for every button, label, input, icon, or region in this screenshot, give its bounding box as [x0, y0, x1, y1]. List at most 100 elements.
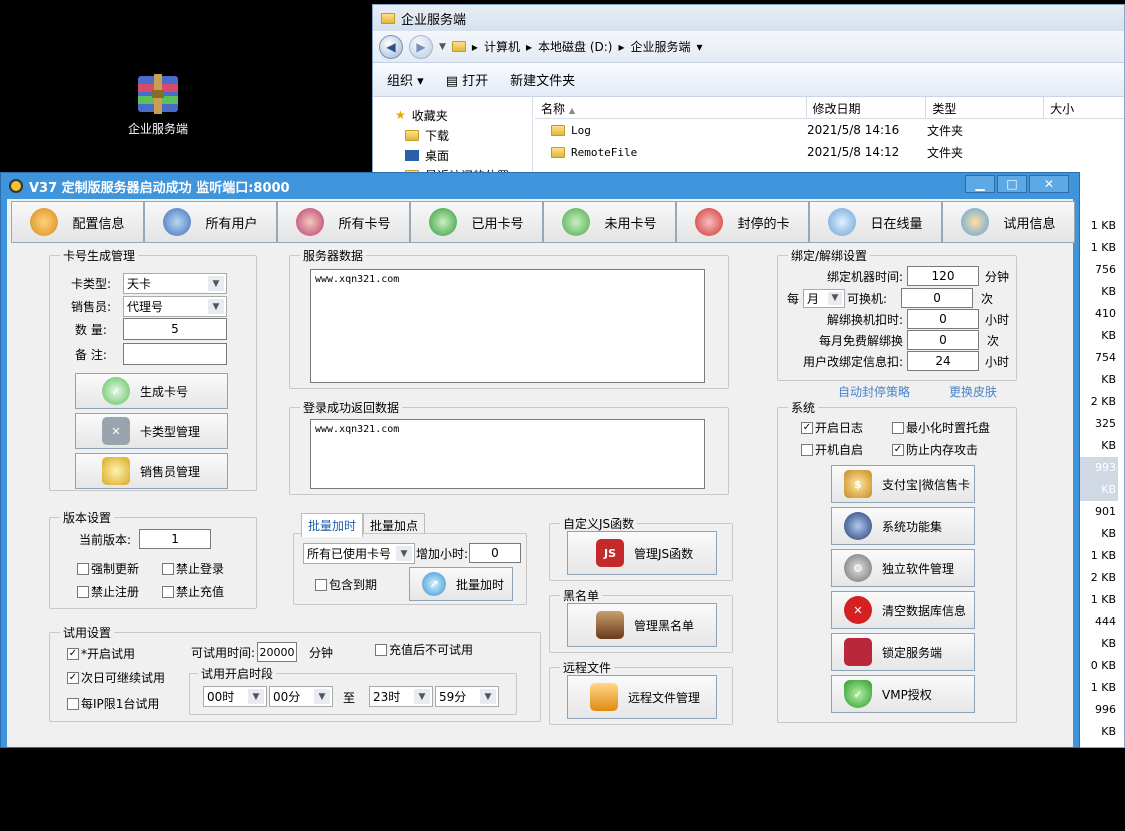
trial-time-unit: 分钟 [309, 645, 334, 660]
app-client-area: 配置信息 所有用户 所有卡号 已用卡号 未用卡号 封停的卡 日在线量 试用信息 … [7, 199, 1075, 747]
forbid-register-checkbox[interactable]: 禁止注册 [77, 583, 139, 600]
auto-ban-policy-link[interactable]: 自动封停策略 [838, 383, 910, 400]
force-update-checkbox[interactable]: 强制更新 [77, 560, 139, 577]
daily-online-button[interactable]: 日在线量 [809, 201, 942, 243]
end-minute-select[interactable]: 59分 ▼ [435, 686, 499, 707]
file-size-selected: 993 KB [1078, 457, 1118, 501]
banned-cards-button[interactable]: 封停的卡 [676, 201, 809, 243]
alipay-wechat-button[interactable]: $ 支付宝|微信售卡 [831, 465, 975, 503]
back-button[interactable]: ◀ [379, 34, 403, 59]
nav-downloads[interactable]: 下载 [373, 125, 532, 145]
free-unbind-input[interactable]: 0 [907, 330, 979, 350]
minimize-button[interactable]: ▁ [965, 175, 995, 193]
trial-info-button[interactable]: 试用信息 [942, 201, 1075, 243]
current-version-input[interactable]: 1 [139, 529, 212, 549]
clear-database-button[interactable]: ✕ 清空数据库信息 [831, 591, 975, 629]
all-users-button[interactable]: 所有用户 [144, 201, 277, 243]
seller-row: 销售员: 代理号 ▼ [71, 296, 227, 317]
file-size: 2 KB [1090, 395, 1116, 408]
end-hour-select[interactable]: 23时 ▼ [369, 686, 433, 707]
no-trial-after-recharge-checkbox[interactable]: 充值后不可试用 [375, 641, 473, 658]
standalone-software-button[interactable]: ⚙ 独立软件管理 [831, 549, 975, 587]
change-skin-link[interactable]: 更换皮肤 [949, 383, 997, 400]
recent-pages-dropdown-icon[interactable]: ▼ [439, 42, 446, 52]
quantity-input[interactable]: 5 [123, 318, 227, 340]
lock-server-button[interactable]: 锁定服务端 [831, 633, 975, 671]
unbind-deduct-label: 解绑换机扣时: [826, 312, 903, 327]
seller-select[interactable]: 代理号 ▼ [123, 296, 227, 317]
gears-icon: ⚙ [844, 554, 872, 582]
server-data-title: 服务器数据 [300, 247, 367, 264]
all-cards-button[interactable]: 所有卡号 [277, 201, 410, 243]
card-type-manage-button[interactable]: ✕ 卡类型管理 [75, 413, 228, 449]
trial-time-input[interactable]: 20000 [257, 642, 298, 662]
unbind-deduct-input[interactable]: 0 [907, 309, 979, 329]
maximize-button[interactable]: □ [997, 175, 1027, 193]
start-minute-select[interactable]: 00分 ▼ [269, 686, 333, 707]
forward-button[interactable]: ▶ [409, 34, 433, 59]
used-cards-button[interactable]: 已用卡号 [410, 201, 543, 243]
column-type[interactable]: 类型 [926, 97, 1045, 118]
new-folder-button[interactable]: 新建文件夹 [510, 70, 575, 89]
bind-time-row: 绑定机器时间: 120 分钟 [813, 266, 1009, 286]
server-data-textarea[interactable]: www.xqn321.com [310, 269, 705, 383]
forbid-login-checkbox[interactable]: 禁止登录 [162, 560, 224, 577]
open-button[interactable]: ▤ 打开 [446, 70, 488, 89]
chevron-down-icon: ▼ [208, 276, 224, 291]
file-row[interactable]: RemoteFile 2021/5/8 14:12 文件夹 [535, 141, 1124, 163]
include-expired-checkbox[interactable]: 包含到期 [315, 576, 377, 593]
user-key-icon [30, 208, 59, 236]
add-hours-input[interactable]: 0 [469, 543, 521, 563]
enable-log-checkbox[interactable]: ✓ 开启日志 [801, 419, 863, 436]
login-data-title: 登录成功返回数据 [300, 399, 403, 416]
card-type-select[interactable]: 天卡 ▼ [123, 273, 227, 294]
enable-trial-checkbox[interactable]: ✓ *开启试用 [67, 645, 135, 662]
unused-cards-button[interactable]: 未用卡号 [543, 201, 676, 243]
close-button[interactable]: ✕ [1029, 175, 1069, 193]
quantity-label: 数 量: [75, 322, 107, 337]
note-input[interactable] [123, 343, 227, 365]
rebind-deduct-input[interactable]: 24 [907, 351, 979, 371]
bind-time-input[interactable]: 120 [907, 266, 979, 286]
nav-desktop[interactable]: 桌面 [373, 145, 532, 165]
desktop-icon-enterprise-server[interactable]: 企业服务端 [118, 72, 198, 137]
manage-js-button[interactable]: JS 管理JS函数 [567, 531, 717, 575]
login-data-textarea[interactable]: www.xqn321.com [310, 419, 705, 489]
memory-protect-checkbox[interactable]: ✓ 防止内存攻击 [892, 441, 978, 458]
vmp-license-button[interactable]: ✓ VMP授权 [831, 675, 975, 713]
breadcrumb-item[interactable]: 计算机 [484, 38, 520, 55]
bind-time-label: 绑定机器时间: [826, 269, 903, 284]
file-size: 2 KB [1090, 571, 1116, 584]
breadcrumb-item[interactable]: 本地磁盘 (D:) [538, 38, 612, 55]
per-ip-limit-checkbox[interactable]: 每IP限1台试用 [67, 695, 159, 712]
column-name[interactable]: 名称 ▲ [535, 97, 807, 118]
minimize-to-tray-checkbox[interactable]: 最小化时置托盘 [892, 419, 990, 436]
manage-blacklist-button[interactable]: 管理黑名单 [567, 603, 717, 647]
file-size: 754 KB [1095, 351, 1116, 386]
chevron-down-icon: ▼ [314, 689, 330, 704]
system-functions-button[interactable]: 系统功能集 [831, 507, 975, 545]
forbid-recharge-checkbox[interactable]: 禁止充值 [162, 583, 224, 600]
seller-manage-button[interactable]: 销售员管理 [75, 453, 228, 489]
seller-label: 销售员: [71, 300, 112, 314]
start-hour-select[interactable]: 00时 ▼ [203, 686, 267, 707]
change-machine-input[interactable]: 0 [901, 288, 974, 308]
card-type-row: 卡类型: 天卡 ▼ [71, 273, 227, 294]
generate-cards-button[interactable]: ✓ 生成卡号 [75, 373, 228, 409]
column-date[interactable]: 修改日期 [807, 97, 927, 118]
column-size[interactable]: 大小 [1044, 97, 1124, 118]
tab-batch-time[interactable]: 批量加时 [301, 513, 364, 537]
period-select[interactable]: 月 ▼ [803, 288, 846, 308]
file-row[interactable]: Log 2021/5/8 14:16 文件夹 [535, 119, 1124, 141]
nav-favorites[interactable]: ★ 收藏夹 [373, 105, 532, 125]
bind-time-unit: 分钟 [985, 269, 1010, 284]
autostart-checkbox[interactable]: 开机自启 [801, 441, 863, 458]
config-info-button[interactable]: 配置信息 [11, 201, 144, 243]
remote-files-button[interactable]: 远程文件管理 [567, 675, 717, 719]
organize-menu[interactable]: 组织 ▾ [387, 70, 424, 89]
batch-target-select[interactable]: 所有已使用卡号 ▼ [303, 543, 415, 564]
next-day-trial-checkbox[interactable]: ✓ 次日可继续试用 [67, 669, 165, 686]
batch-add-time-button[interactable]: ↗ 批量加时 [409, 567, 513, 601]
breadcrumb-item[interactable]: 企业服务端 [631, 38, 691, 55]
card-gen-title: 卡号生成管理 [60, 247, 139, 264]
